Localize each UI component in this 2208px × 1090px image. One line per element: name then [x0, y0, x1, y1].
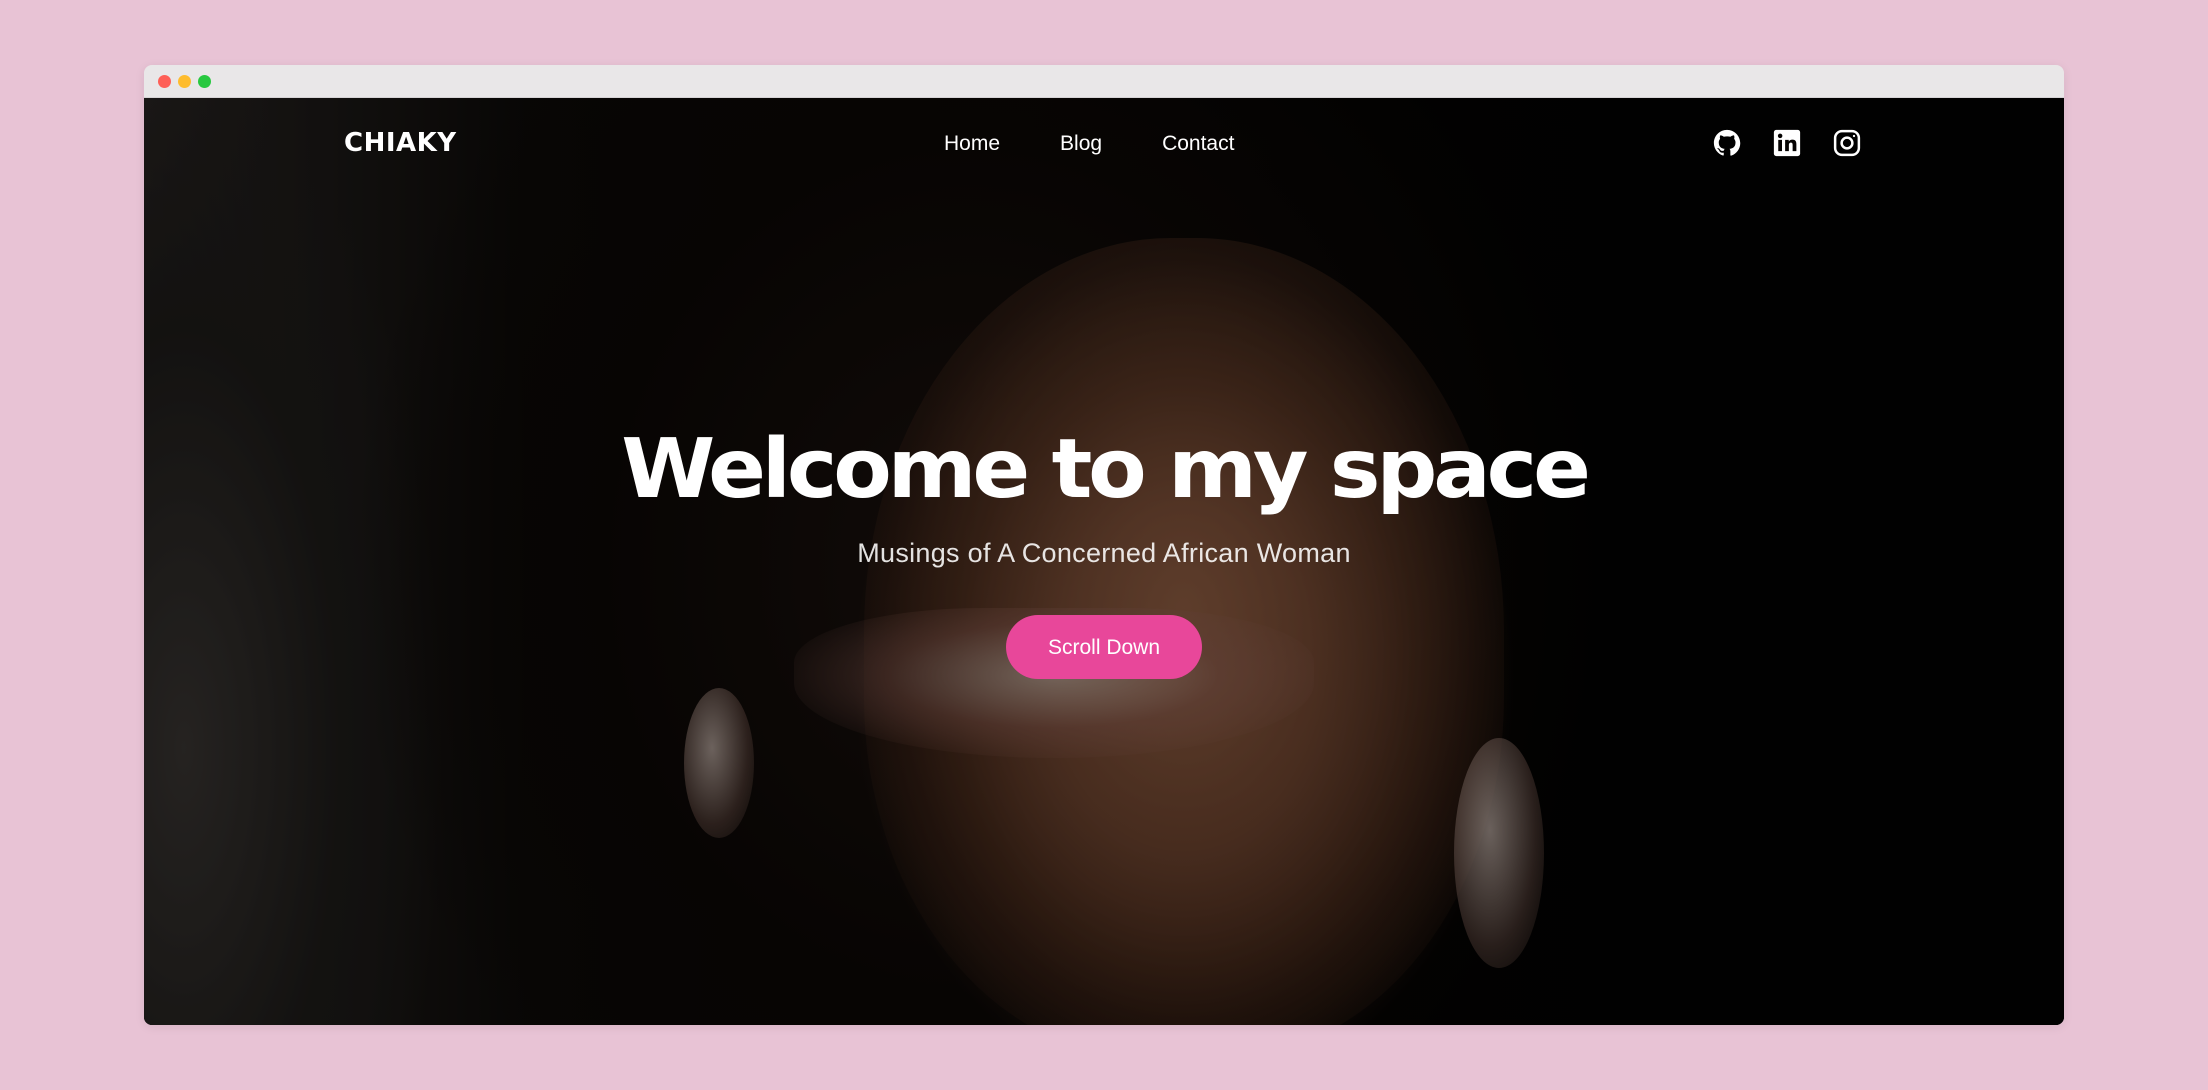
- social-links: [1712, 128, 1862, 158]
- close-window-dot[interactable]: [158, 75, 171, 88]
- linkedin-icon[interactable]: [1772, 128, 1802, 158]
- hero-section: CHIAKY Home Blog Contact Welcome to my s…: [144, 98, 2064, 1025]
- nav-item-contact[interactable]: Contact: [1162, 132, 1234, 156]
- nav-item-home[interactable]: Home: [944, 132, 1000, 156]
- browser-window: CHIAKY Home Blog Contact Welcome to my s…: [144, 65, 2064, 1025]
- instagram-icon[interactable]: [1832, 128, 1862, 158]
- minimize-window-dot[interactable]: [178, 75, 191, 88]
- nav-item-blog[interactable]: Blog: [1060, 132, 1102, 156]
- site-logo[interactable]: CHIAKY: [344, 128, 457, 158]
- window-titlebar: [144, 65, 2064, 98]
- site-header: CHIAKY Home Blog Contact: [144, 98, 2064, 198]
- github-icon[interactable]: [1712, 128, 1742, 158]
- hero-content: Welcome to my space Musings of A Concern…: [144, 420, 2064, 679]
- maximize-window-dot[interactable]: [198, 75, 211, 88]
- main-nav: Home Blog Contact: [944, 132, 1294, 156]
- scroll-down-button[interactable]: Scroll Down: [1006, 615, 1202, 679]
- hero-subtitle: Musings of A Concerned African Woman: [857, 538, 1351, 568]
- hero-title: Welcome to my space: [621, 422, 1591, 517]
